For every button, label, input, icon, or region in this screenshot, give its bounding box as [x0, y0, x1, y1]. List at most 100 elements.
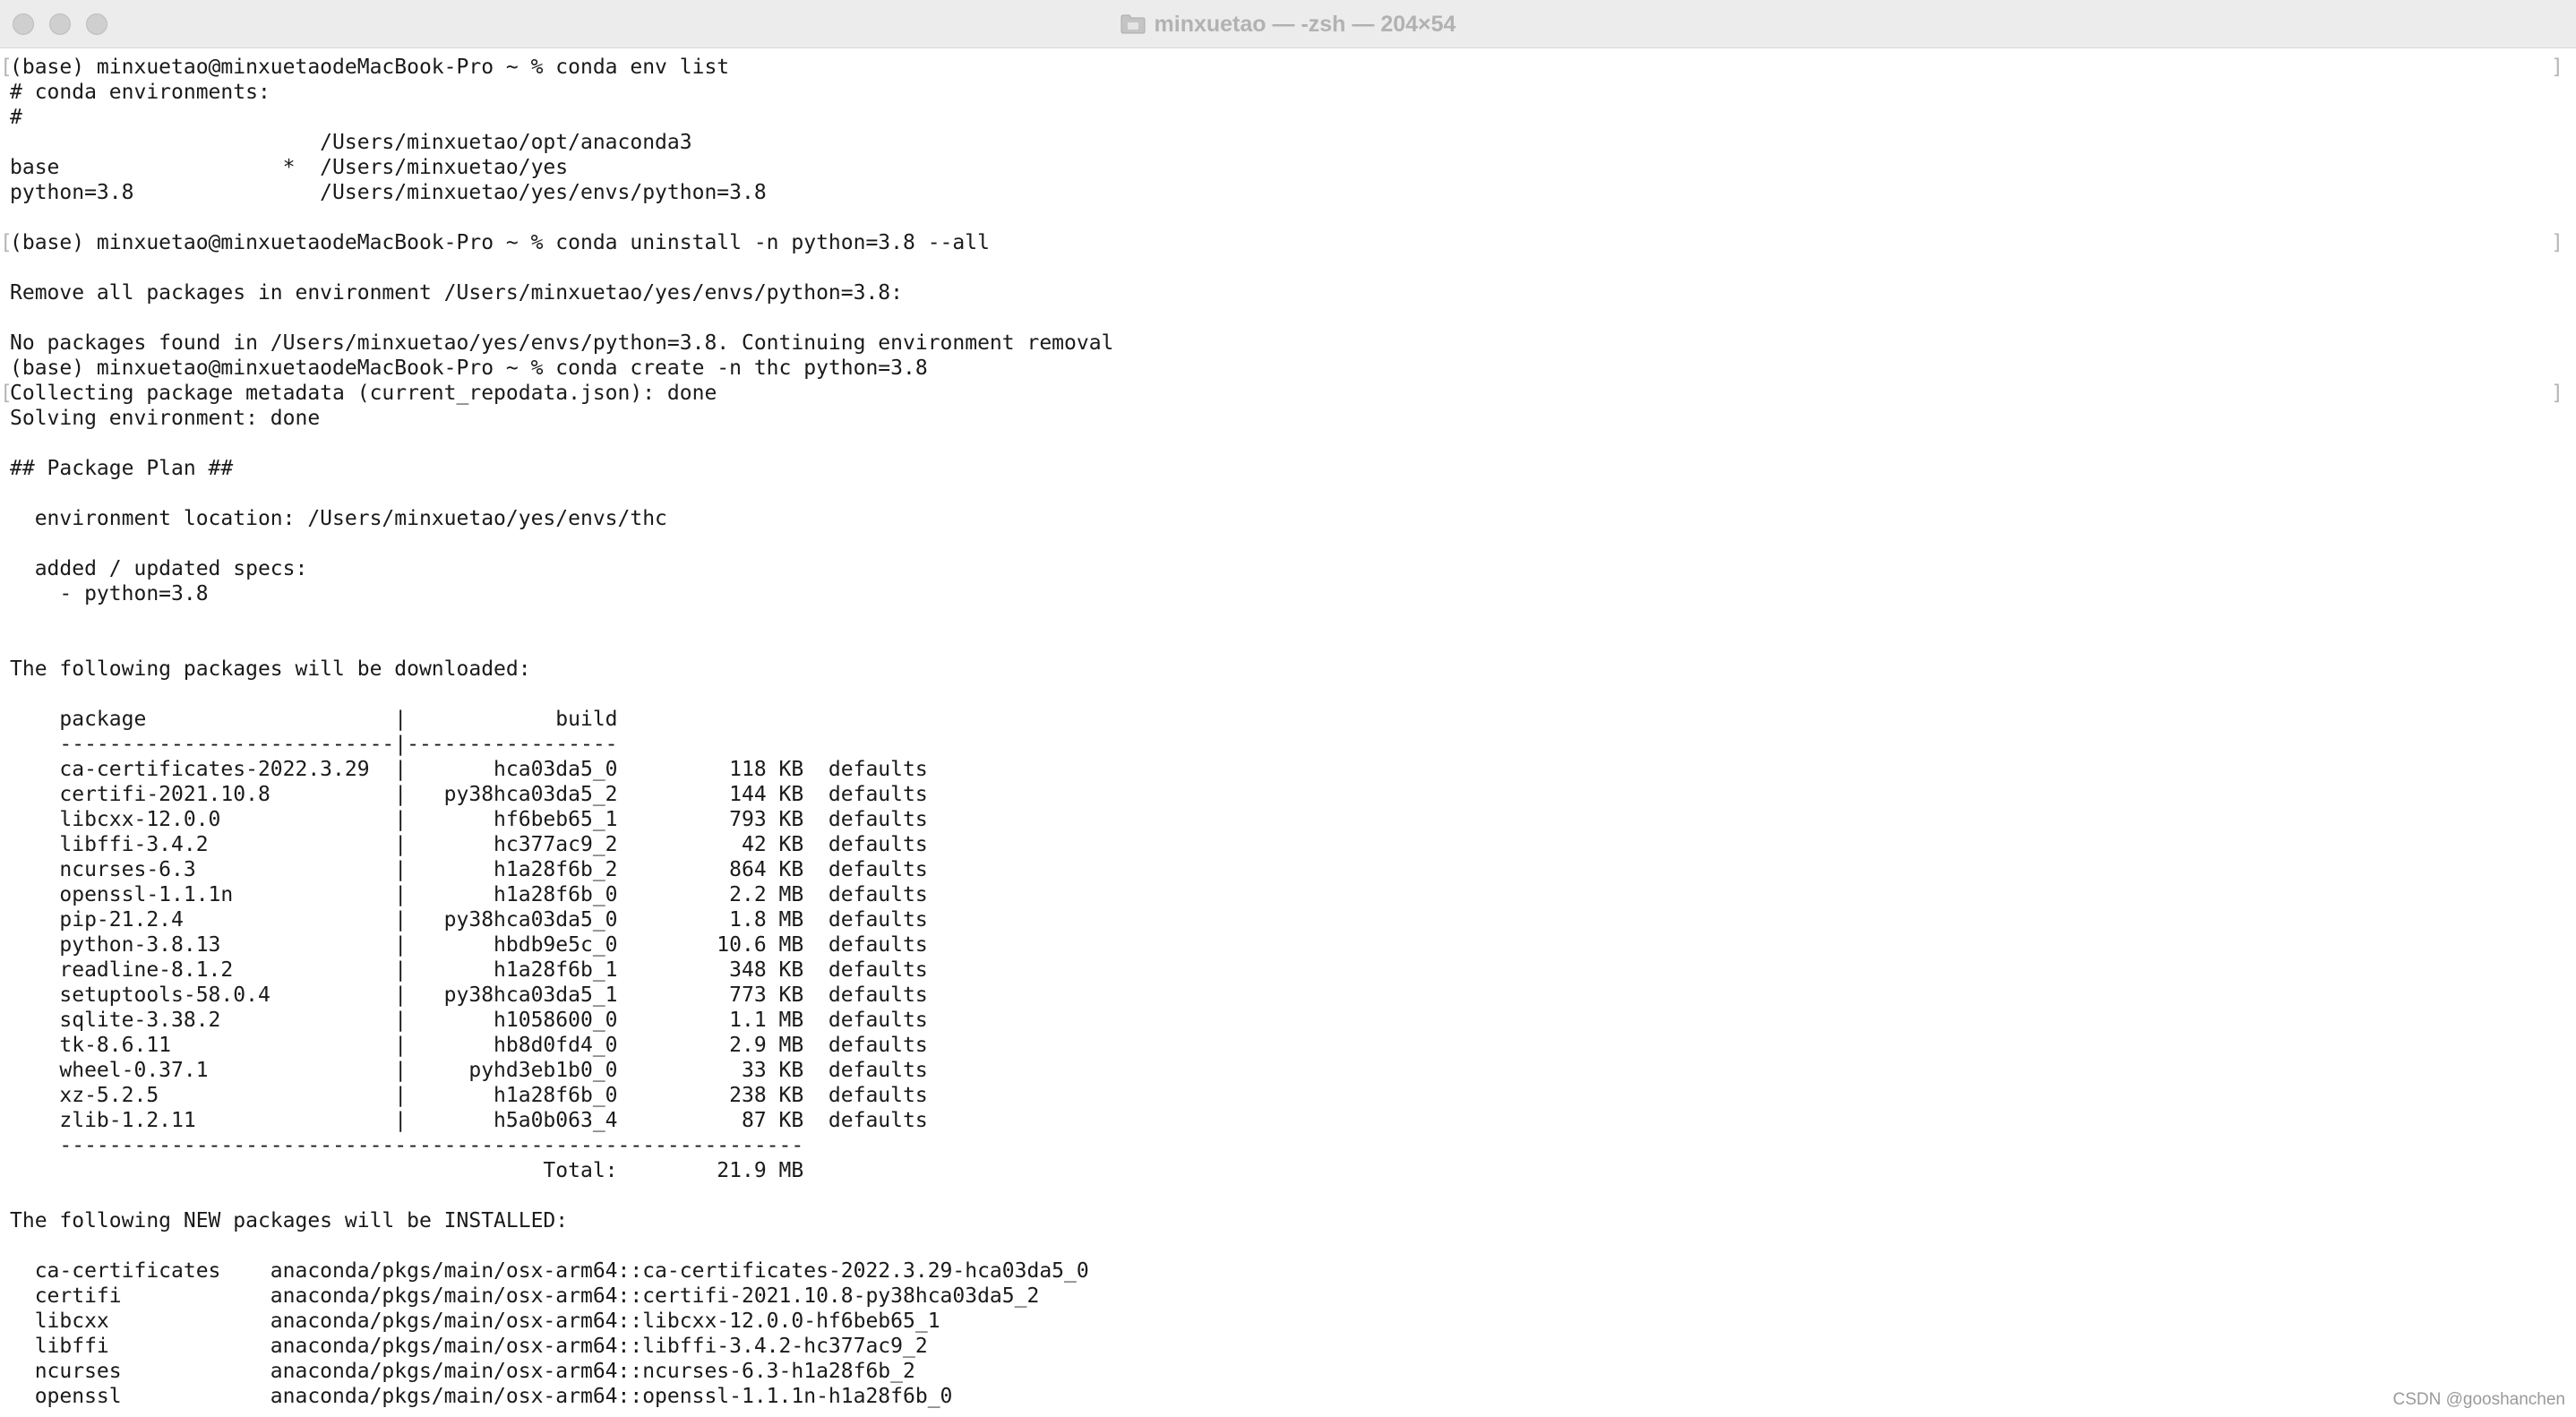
terminal-line-text: openssl anaconda/pkgs/main/osx-arm64::op… — [10, 1385, 953, 1408]
terminal-line-text: Solving environment: done — [10, 407, 321, 430]
terminal-line-text: libffi-3.4.2 | hc377ac9_2 42 KB defaults — [10, 833, 928, 856]
terminal-line: base * /Users/minxuetao/yes — [0, 155, 2576, 180]
terminal-line: certifi anaconda/pkgs/main/osx-arm64::ce… — [0, 1284, 2576, 1309]
terminal-line-text: added / updated specs: — [10, 557, 308, 580]
terminal-line-text: certifi-2021.10.8 | py38hca03da5_2 144 K… — [10, 783, 928, 806]
command-mark-right: ] — [2551, 231, 2563, 254]
terminal-line-text: package | build — [10, 708, 618, 731]
command-mark-right: ] — [2551, 382, 2563, 405]
terminal-line-text: zlib-1.2.11 | h5a0b063_4 87 KB defaults — [10, 1109, 928, 1132]
terminal-line: (base) minxuetao@minxuetaodeMacBook-Pro … — [0, 55, 2576, 80]
command-mark-left: [ — [0, 382, 13, 405]
terminal-line: No packages found in /Users/minxuetao/ye… — [0, 331, 2576, 356]
command-mark-left: [ — [0, 231, 13, 254]
terminal-output[interactable]: (base) minxuetao@minxuetaodeMacBook-Pro … — [0, 55, 2576, 1417]
terminal-line: python=3.8 /Users/minxuetao/yes/envs/pyt… — [0, 180, 2576, 205]
terminal-line-text: The following NEW packages will be INSTA… — [10, 1209, 569, 1232]
title-bar[interactable]: minxuetao — -zsh — 204×54 — [0, 0, 2576, 48]
terminal-line: libcxx anaconda/pkgs/main/osx-arm64::lib… — [0, 1309, 2576, 1334]
terminal-line-text: The following packages will be downloade… — [10, 657, 531, 681]
terminal-line: ----------------------------------------… — [0, 1133, 2576, 1158]
terminal-line: openssl anaconda/pkgs/main/osx-arm64::op… — [0, 1384, 2576, 1409]
terminal-line: pip-21.2.4 | py38hca03da5_0 1.8 MB defau… — [0, 907, 2576, 932]
terminal-line-text: setuptools-58.0.4 | py38hca03da5_1 773 K… — [10, 983, 928, 1007]
folder-icon — [1121, 14, 1146, 34]
terminal-line: openssl-1.1.1n | h1a28f6b_0 2.2 MB defau… — [0, 882, 2576, 907]
terminal-line-text: python-3.8.13 | hbdb9e5c_0 10.6 MB defau… — [10, 933, 928, 957]
terminal-line: (base) minxuetao@minxuetaodeMacBook-Pro … — [0, 356, 2576, 381]
terminal-line-text: pip-21.2.4 | py38hca03da5_0 1.8 MB defau… — [10, 908, 928, 932]
terminal-line: environment location: /Users/minxuetao/y… — [0, 506, 2576, 531]
watermark: CSDN @gooshanchen — [2392, 1390, 2565, 1409]
terminal-line-text: environment location: /Users/minxuetao/y… — [10, 507, 667, 530]
terminal-line: tk-8.6.11 | hb8d0fd4_0 2.9 MB defaults — [0, 1033, 2576, 1058]
terminal-line-text: # — [10, 106, 22, 129]
terminal-line: python-3.8.13 | hbdb9e5c_0 10.6 MB defau… — [0, 932, 2576, 958]
terminal-line-text: xz-5.2.5 | h1a28f6b_0 238 KB defaults — [10, 1084, 928, 1107]
terminal-line-text: ca-certificates-2022.3.29 | hca03da5_0 1… — [10, 758, 928, 781]
command-mark-right: ] — [2551, 56, 2563, 79]
terminal-line: The following NEW packages will be INSTA… — [0, 1208, 2576, 1233]
terminal-line: Remove all packages in environment /User… — [0, 280, 2576, 305]
terminal-line: wheel-0.37.1 | pyhd3eb1b0_0 33 KB defaul… — [0, 1058, 2576, 1083]
terminal-line-text: Remove all packages in environment /User… — [10, 281, 903, 305]
terminal-line: ca-certificates-2022.3.29 | hca03da5_0 1… — [0, 757, 2576, 782]
terminal-line: sqlite-3.38.2 | h1058600_0 1.1 MB defaul… — [0, 1008, 2576, 1033]
terminal-line: setuptools-58.0.4 | py38hca03da5_1 773 K… — [0, 983, 2576, 1008]
terminal-line: certifi-2021.10.8 | py38hca03da5_2 144 K… — [0, 782, 2576, 807]
terminal-line: The following packages will be downloade… — [0, 657, 2576, 682]
terminal-line-text: ## Package Plan ## — [10, 457, 234, 480]
window-title: minxuetao — -zsh — 204×54 — [1154, 11, 1456, 37]
terminal-line: ---------------------------|------------… — [0, 732, 2576, 757]
terminal-line: - python=3.8 — [0, 581, 2576, 606]
terminal-line: ncurses-6.3 | h1a28f6b_2 864 KB defaults — [0, 857, 2576, 882]
terminal-line-text: (base) minxuetao@minxuetaodeMacBook-Pro … — [10, 231, 990, 254]
terminal-line: readline-8.1.2 | h1a28f6b_1 348 KB defau… — [0, 958, 2576, 983]
terminal-line: libffi anaconda/pkgs/main/osx-arm64::lib… — [0, 1334, 2576, 1359]
terminal-line: # — [0, 105, 2576, 130]
terminal-line: xz-5.2.5 | h1a28f6b_0 238 KB defaults — [0, 1083, 2576, 1108]
terminal-line: ncurses anaconda/pkgs/main/osx-arm64::nc… — [0, 1359, 2576, 1384]
terminal-line-text: libcxx-12.0.0 | hf6beb65_1 793 KB defaul… — [10, 808, 928, 831]
terminal-line-text: Total: 21.9 MB — [10, 1159, 804, 1182]
terminal-line-text: ---------------------------|------------… — [10, 733, 618, 756]
terminal-line: libffi-3.4.2 | hc377ac9_2 42 KB defaults — [0, 832, 2576, 857]
terminal-line-text: tk-8.6.11 | hb8d0fd4_0 2.9 MB defaults — [10, 1034, 928, 1057]
terminal-line-text: openssl-1.1.1n | h1a28f6b_0 2.2 MB defau… — [10, 883, 928, 906]
terminal-line-text: (base) minxuetao@minxuetaodeMacBook-Pro … — [10, 56, 730, 79]
terminal-line-text: python=3.8 /Users/minxuetao/yes/envs/pyt… — [10, 181, 767, 204]
terminal-line: # conda environments: — [0, 80, 2576, 105]
terminal-line-text: Collecting package metadata (current_rep… — [10, 382, 717, 405]
terminal-line-text: sqlite-3.38.2 | h1058600_0 1.1 MB defaul… — [10, 1009, 928, 1032]
terminal-line: added / updated specs: — [0, 556, 2576, 581]
terminal-line-text: ncurses-6.3 | h1a28f6b_2 864 KB defaults — [10, 858, 928, 881]
terminal-window: minxuetao — -zsh — 204×54 (base) minxuet… — [0, 0, 2576, 1417]
terminal-line: ca-certificates anaconda/pkgs/main/osx-a… — [0, 1258, 2576, 1284]
terminal-line-text: ----------------------------------------… — [10, 1134, 804, 1157]
command-mark-left: [ — [0, 56, 13, 79]
terminal-line-text: base * /Users/minxuetao/yes — [10, 156, 569, 179]
terminal-line-text: - python=3.8 — [10, 582, 209, 605]
terminal-line: Collecting package metadata (current_rep… — [0, 381, 2576, 406]
terminal-line: ## Package Plan ## — [0, 456, 2576, 481]
terminal-line: libcxx-12.0.0 | hf6beb65_1 793 KB defaul… — [0, 807, 2576, 832]
terminal-line-text: (base) minxuetao@minxuetaodeMacBook-Pro … — [10, 356, 928, 380]
terminal-line: package | build — [0, 707, 2576, 732]
terminal-line: (base) minxuetao@minxuetaodeMacBook-Pro … — [0, 230, 2576, 255]
window-title-area: minxuetao — -zsh — 204×54 — [0, 0, 2576, 48]
terminal-line-text: ca-certificates anaconda/pkgs/main/osx-a… — [10, 1259, 1089, 1283]
terminal-line-text: /Users/minxuetao/opt/anaconda3 — [10, 131, 692, 154]
terminal-line-text: ncurses anaconda/pkgs/main/osx-arm64::nc… — [10, 1360, 915, 1383]
terminal-line-text: libffi anaconda/pkgs/main/osx-arm64::lib… — [10, 1335, 928, 1358]
terminal-line: zlib-1.2.11 | h5a0b063_4 87 KB defaults — [0, 1108, 2576, 1133]
